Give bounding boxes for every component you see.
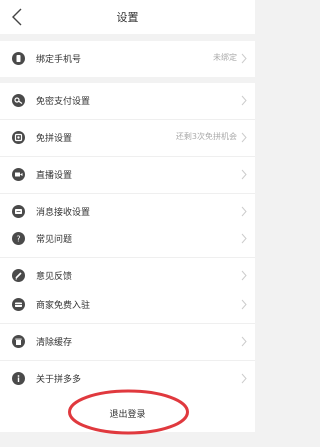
row-label: 商家免费入驻 bbox=[36, 301, 91, 311]
row-label: 消息接收设置 bbox=[36, 208, 91, 218]
row-label: 意见反馈 bbox=[36, 272, 73, 282]
settings-group-preferences: 免密支付设置 免拼设置 还剩3次免拼机会 直播设置 消息接收设置 bbox=[0, 83, 255, 230]
row-label: 关于拼多多 bbox=[36, 375, 82, 385]
row-label: 绑定手机号 bbox=[36, 55, 82, 65]
row-label: 免密支付设置 bbox=[36, 97, 91, 107]
row-value: 未绑定 bbox=[213, 53, 237, 62]
chevron-right-icon bbox=[241, 206, 247, 217]
row-live-settings[interactable]: 直播设置 bbox=[0, 157, 255, 194]
store-icon bbox=[12, 298, 25, 311]
trash-icon bbox=[12, 335, 25, 348]
red-circle-annotation bbox=[68, 389, 189, 435]
chevron-right-icon bbox=[241, 233, 247, 244]
page-title: 设置 bbox=[116, 11, 139, 24]
chevron-right-icon bbox=[241, 95, 247, 106]
row-label: 免拼设置 bbox=[36, 134, 73, 144]
key-icon bbox=[12, 94, 25, 107]
row-group-free-settings[interactable]: 免拼设置 还剩3次免拼机会 bbox=[0, 120, 255, 157]
settings-group-account: 绑定手机号 未绑定 bbox=[0, 41, 255, 77]
row-password-free-pay[interactable]: 免密支付设置 bbox=[0, 83, 255, 120]
row-clear-cache[interactable]: 清除缓存 bbox=[0, 324, 255, 361]
question-icon: ? bbox=[12, 232, 25, 245]
nav-header: 设置 bbox=[0, 0, 255, 34]
row-label: 直播设置 bbox=[36, 171, 73, 181]
message-icon bbox=[12, 205, 25, 218]
chevron-right-icon bbox=[241, 373, 247, 384]
row-value: 还剩3次免拼机会 bbox=[175, 132, 237, 141]
video-icon bbox=[12, 168, 25, 181]
chevron-right-icon bbox=[241, 169, 247, 180]
chevron-right-icon bbox=[241, 299, 247, 310]
chevron-right-icon bbox=[241, 270, 247, 281]
settings-group-other: 商家免费入驻 清除缓存 关于拼多多 bbox=[0, 287, 255, 397]
settings-group-help: ? 常见问题 意见反馈 bbox=[0, 221, 255, 294]
row-label: 常见问题 bbox=[36, 235, 73, 245]
chevron-right-icon bbox=[241, 53, 247, 64]
row-merchant-join[interactable]: 商家免费入驻 bbox=[0, 287, 255, 324]
row-bind-phone[interactable]: 绑定手机号 未绑定 bbox=[0, 41, 255, 77]
info-icon bbox=[12, 372, 25, 385]
chevron-right-icon bbox=[241, 336, 247, 347]
edit-icon bbox=[12, 269, 25, 282]
row-label: 清除缓存 bbox=[36, 338, 73, 348]
chevron-right-icon bbox=[241, 132, 247, 143]
row-faq[interactable]: ? 常见问题 bbox=[0, 221, 255, 258]
svg-text:?: ? bbox=[16, 235, 20, 244]
phone-icon bbox=[12, 52, 25, 65]
share-icon bbox=[12, 131, 25, 144]
